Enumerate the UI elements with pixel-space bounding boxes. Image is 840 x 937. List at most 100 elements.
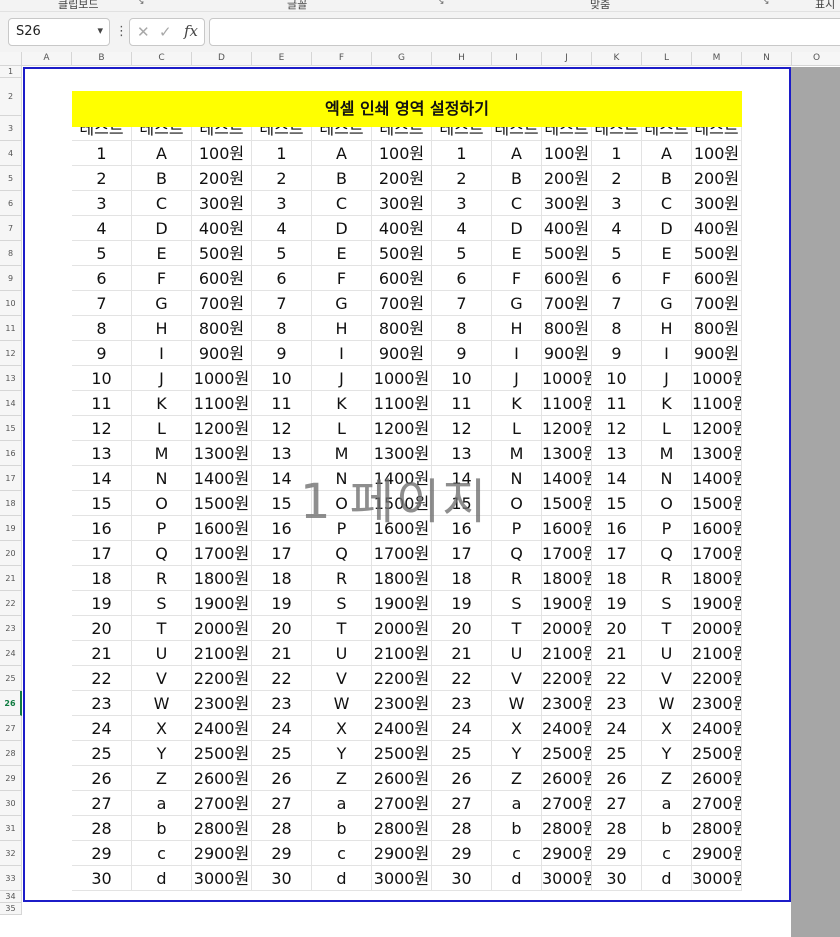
data-cell[interactable]: M (132, 441, 192, 466)
data-cell[interactable]: 1100원 (372, 391, 432, 416)
data-cell[interactable]: M (492, 441, 542, 466)
data-cell[interactable]: Y (312, 741, 372, 766)
data-cell[interactable]: 800원 (192, 316, 252, 341)
data-cell[interactable]: 1300원 (692, 441, 742, 466)
data-cell[interactable]: 27 (252, 791, 312, 816)
row-header-3[interactable]: 3 (0, 116, 22, 141)
data-cell[interactable]: 2800원 (372, 816, 432, 841)
data-cell[interactable]: 23 (72, 691, 132, 716)
row-header-6[interactable]: 6 (0, 191, 22, 216)
data-cell[interactable]: 27 (592, 791, 642, 816)
data-cell[interactable]: 200원 (692, 166, 742, 191)
data-cell[interactable]: 2100원 (542, 641, 592, 666)
dialog-launcher-icon[interactable]: ↘ (137, 0, 145, 7)
data-cell[interactable]: M (642, 441, 692, 466)
data-cell[interactable]: 1900원 (542, 591, 592, 616)
data-cell[interactable]: 5 (432, 241, 492, 266)
row-header-4[interactable]: 4 (0, 141, 22, 166)
data-cell[interactable]: 700원 (372, 291, 432, 316)
name-box[interactable]: S26 ▾ (8, 18, 110, 46)
data-cell[interactable]: a (492, 791, 542, 816)
data-cell[interactable]: T (492, 616, 542, 641)
data-cell[interactable]: 1200원 (542, 416, 592, 441)
data-cell[interactable]: 400원 (192, 216, 252, 241)
data-cell[interactable]: 3000원 (542, 866, 592, 891)
data-cell[interactable]: 19 (252, 591, 312, 616)
data-cell[interactable]: 5 (72, 241, 132, 266)
row-header-13[interactable]: 13 (0, 366, 22, 391)
data-cell[interactable]: 2000원 (542, 616, 592, 641)
data-cell[interactable]: B (642, 166, 692, 191)
data-cell[interactable]: 2 (592, 166, 642, 191)
row-header-34[interactable]: 34 (0, 891, 22, 903)
data-cell[interactable]: 1400원 (692, 466, 742, 491)
data-cell[interactable]: 12 (592, 416, 642, 441)
data-cell[interactable]: 1900원 (192, 591, 252, 616)
data-cell[interactable]: 900원 (542, 341, 592, 366)
data-cell[interactable]: P (492, 516, 542, 541)
data-cell[interactable]: b (492, 816, 542, 841)
data-cell[interactable]: 6 (432, 266, 492, 291)
data-cell[interactable]: U (312, 641, 372, 666)
data-cell[interactable]: 16 (432, 516, 492, 541)
column-header-n[interactable]: N (742, 52, 792, 66)
data-cell[interactable]: Y (642, 741, 692, 766)
data-cell[interactable]: 400원 (372, 216, 432, 241)
data-cell[interactable]: T (312, 616, 372, 641)
data-cell[interactable]: 11 (432, 391, 492, 416)
data-cell[interactable]: G (642, 291, 692, 316)
data-cell[interactable]: L (312, 416, 372, 441)
formula-input[interactable] (209, 18, 840, 46)
data-cell[interactable]: S (642, 591, 692, 616)
data-cell[interactable]: 300원 (372, 191, 432, 216)
data-cell[interactable]: K (132, 391, 192, 416)
row-header-35[interactable]: 35 (0, 903, 22, 915)
data-cell[interactable]: 1900원 (692, 591, 742, 616)
data-cell[interactable]: 4 (432, 216, 492, 241)
row-header-9[interactable]: 9 (0, 266, 22, 291)
data-cell[interactable]: X (492, 716, 542, 741)
column-header-c[interactable]: C (132, 52, 192, 66)
cancel-icon[interactable]: ✕ (137, 23, 150, 41)
row-header-30[interactable]: 30 (0, 791, 22, 816)
data-cell[interactable]: 15 (72, 491, 132, 516)
data-cell[interactable]: 4 (252, 216, 312, 241)
data-cell[interactable]: P (642, 516, 692, 541)
data-cell[interactable]: 2500원 (372, 741, 432, 766)
data-cell[interactable]: 1200원 (372, 416, 432, 441)
data-cell[interactable]: 29 (72, 841, 132, 866)
data-cell[interactable]: 2400원 (192, 716, 252, 741)
data-cell[interactable]: R (132, 566, 192, 591)
data-cell[interactable]: 1600원 (372, 516, 432, 541)
data-cell[interactable]: 2800원 (692, 816, 742, 841)
data-cell[interactable]: 2 (432, 166, 492, 191)
data-cell[interactable]: Z (492, 766, 542, 791)
row-header-15[interactable]: 15 (0, 416, 22, 441)
data-cell[interactable]: 23 (252, 691, 312, 716)
row-header-31[interactable]: 31 (0, 816, 22, 841)
data-cell[interactable]: 21 (72, 641, 132, 666)
data-cell[interactable]: T (132, 616, 192, 641)
chevron-down-icon[interactable]: ▾ (97, 24, 103, 37)
data-cell[interactable]: 25 (72, 741, 132, 766)
column-header-d[interactable]: D (192, 52, 252, 66)
data-cell[interactable]: W (492, 691, 542, 716)
data-cell[interactable]: 100원 (542, 141, 592, 166)
row-header-33[interactable]: 33 (0, 866, 22, 891)
data-cell[interactable]: 19 (72, 591, 132, 616)
data-cell[interactable]: 1600원 (692, 516, 742, 541)
data-cell[interactable]: 100원 (692, 141, 742, 166)
row-header-1[interactable]: 1 (0, 66, 22, 78)
data-cell[interactable]: b (132, 816, 192, 841)
data-cell[interactable]: 14 (432, 466, 492, 491)
data-cell[interactable]: R (492, 566, 542, 591)
data-cell[interactable]: D (132, 216, 192, 241)
data-cell[interactable]: C (642, 191, 692, 216)
data-cell[interactable]: 13 (432, 441, 492, 466)
data-cell[interactable]: 14 (252, 466, 312, 491)
data-cell[interactable]: C (132, 191, 192, 216)
data-cell[interactable]: N (492, 466, 542, 491)
data-cell[interactable]: L (492, 416, 542, 441)
row-header-5[interactable]: 5 (0, 166, 22, 191)
data-cell[interactable]: 7 (592, 291, 642, 316)
